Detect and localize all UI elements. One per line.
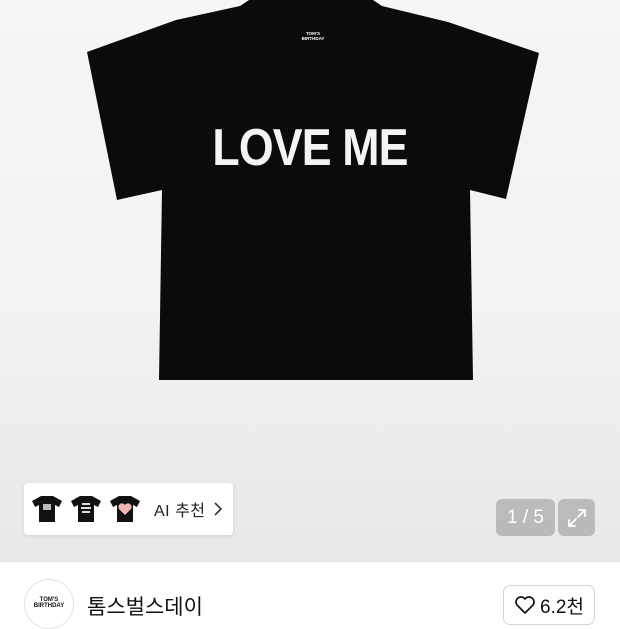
tshirt-image — [87, 0, 539, 380]
shirt-print-text: LOVE ME — [212, 119, 408, 177]
neck-label: TOM'S BIRTHDAY — [301, 31, 325, 41]
like-button[interactable]: 6.2천 — [503, 585, 595, 625]
brand-row[interactable]: TOM'S BIRTHDAY 톰스벌스데이 6.2천 — [0, 562, 620, 629]
like-count: 6.2천 — [540, 596, 584, 618]
expand-image-button[interactable] — [558, 499, 595, 536]
recommend-thumbnail[interactable] — [108, 492, 142, 526]
recommend-thumbnail[interactable] — [30, 492, 64, 526]
chevron-right-icon — [213, 502, 222, 516]
heart-icon — [515, 596, 535, 614]
image-page-counter: 1 / 5 — [496, 499, 555, 536]
recommend-thumbnail[interactable] — [69, 492, 103, 526]
product-image[interactable]: TOM'S BIRTHDAY LOVE ME AI 추천 1 / 5 — [0, 0, 620, 562]
tshirt-thumbnail-icon — [32, 496, 62, 522]
tshirt-thumbnail-icon — [110, 496, 140, 522]
expand-icon — [567, 508, 586, 527]
brand-name[interactable]: 톰스벌스데이 — [87, 591, 203, 621]
tshirt-thumbnail-icon — [71, 496, 101, 522]
ai-recommend-button[interactable]: AI 추천 — [24, 483, 233, 535]
brand-avatar[interactable]: TOM'S BIRTHDAY — [24, 579, 74, 629]
ai-recommend-label: AI 추천 — [154, 503, 206, 520]
